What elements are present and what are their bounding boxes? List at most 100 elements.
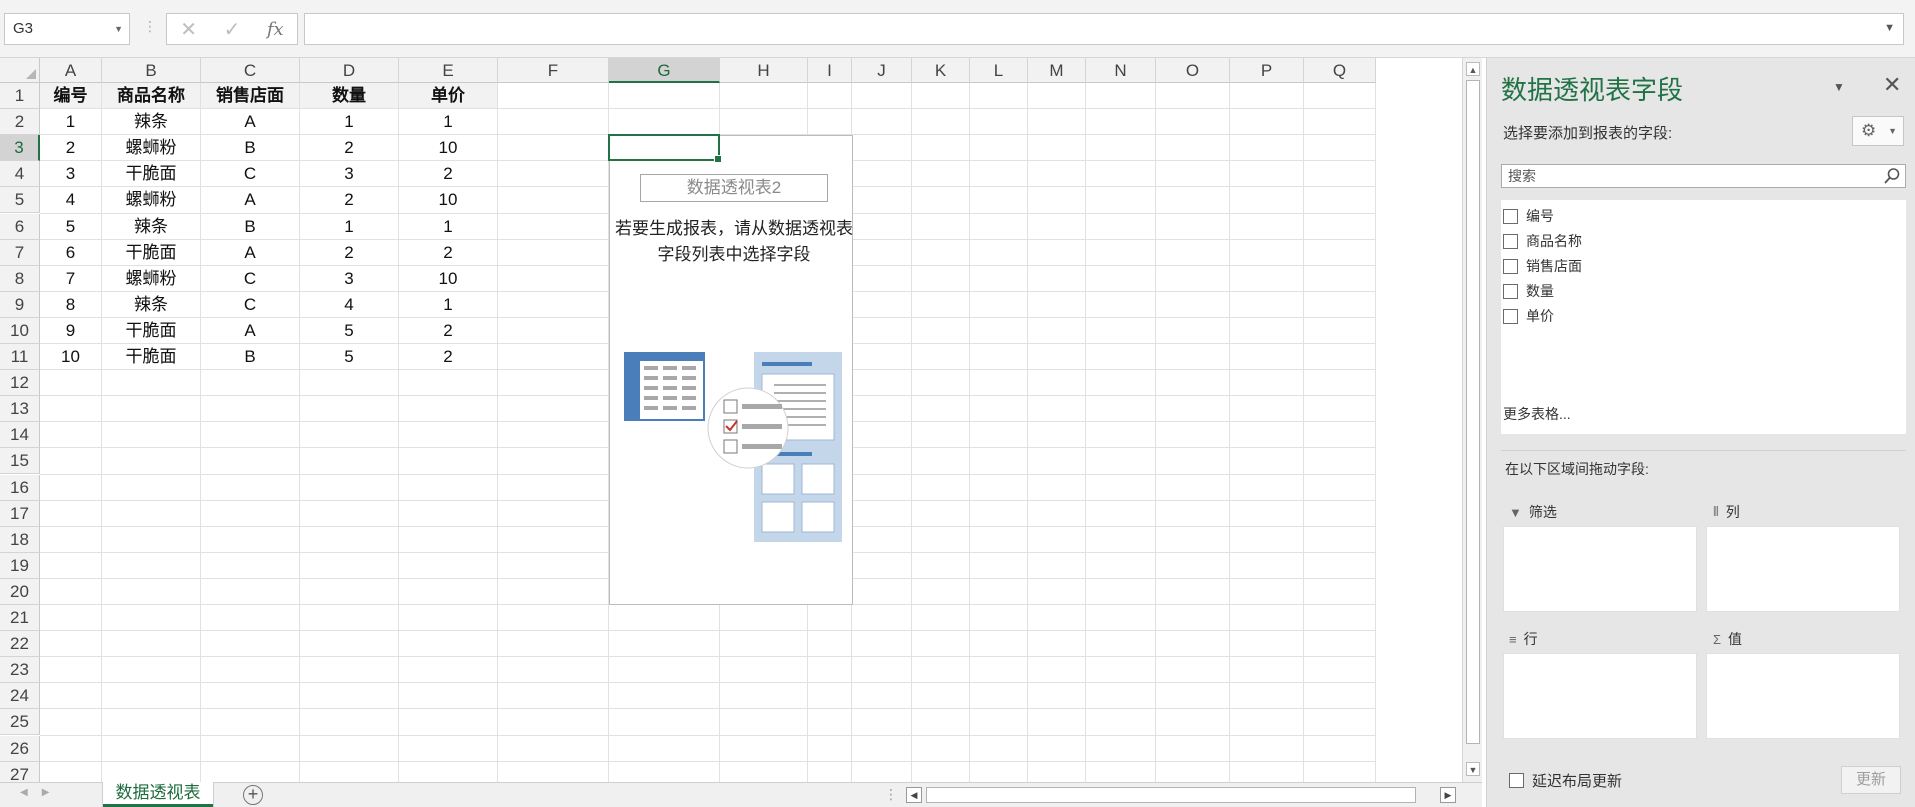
table-cell[interactable]: C [201, 292, 299, 317]
table-cell[interactable]: 6 [40, 240, 101, 265]
column-header-i[interactable]: I [808, 58, 852, 83]
row-header-23[interactable]: 23 [0, 657, 40, 684]
table-cell[interactable]: 2 [40, 135, 101, 160]
row-header-20[interactable]: 20 [0, 578, 40, 605]
field-checkbox-store[interactable]: 销售店面 [1503, 254, 1582, 278]
table-header-cell[interactable]: 数量 [300, 83, 398, 109]
row-header-15[interactable]: 15 [0, 448, 40, 475]
row-header-8[interactable]: 8 [0, 265, 40, 292]
defer-layout-update[interactable]: 延迟布局更新 [1509, 770, 1622, 791]
table-cell[interactable]: 2 [399, 240, 497, 265]
update-button[interactable]: 更新 [1841, 766, 1901, 794]
column-header-h[interactable]: H [720, 58, 808, 83]
table-cell[interactable]: A [201, 240, 299, 265]
row-header-10[interactable]: 10 [0, 317, 40, 344]
table-cell[interactable]: 4 [300, 292, 398, 317]
table-header-cell[interactable]: 销售店面 [201, 83, 299, 109]
table-cell[interactable]: 辣条 [102, 109, 200, 134]
tab-nav-arrows[interactable]: ◀▶ [20, 787, 63, 798]
vertical-scrollbar[interactable]: ▲ ▼ [1462, 58, 1482, 782]
rows-drop-area[interactable] [1503, 653, 1697, 739]
column-header-e[interactable]: E [399, 58, 498, 83]
table-header-cell[interactable]: 编号 [40, 83, 101, 109]
row-header-11[interactable]: 11 [0, 344, 40, 371]
row-header-26[interactable]: 26 [0, 735, 40, 762]
table-cell[interactable]: 干脆面 [102, 318, 200, 343]
table-cell[interactable]: B [201, 135, 299, 160]
name-box[interactable]: G3 ▼ [4, 13, 130, 45]
row-header-9[interactable]: 9 [0, 291, 40, 318]
tab-split-handle[interactable]: ⋮ [884, 786, 898, 803]
column-header-o[interactable]: O [1156, 58, 1230, 83]
table-header-cell[interactable]: 商品名称 [102, 83, 200, 109]
column-header-a[interactable]: A [40, 58, 102, 83]
field-checkbox-product[interactable]: 商品名称 [1503, 229, 1582, 253]
column-header-l[interactable]: L [970, 58, 1028, 83]
insert-function-icon[interactable]: fx [267, 19, 284, 40]
table-cell[interactable]: 2 [399, 344, 497, 369]
chevron-down-icon[interactable]: ▼ [114, 14, 123, 44]
scroll-right-icon[interactable]: ▶ [1440, 787, 1456, 803]
checkbox[interactable] [1503, 258, 1518, 274]
table-cell[interactable]: 1 [399, 292, 497, 317]
table-cell[interactable]: B [201, 214, 299, 239]
scroll-left-icon[interactable]: ◀ [906, 787, 922, 803]
search-input[interactable]: 搜索 [1501, 164, 1906, 188]
column-header-k[interactable]: K [912, 58, 970, 83]
table-cell[interactable]: 3 [40, 161, 101, 186]
table-cell[interactable]: 1 [399, 109, 497, 134]
column-header-m[interactable]: M [1028, 58, 1086, 83]
column-header-g[interactable]: G [609, 58, 720, 83]
field-checkbox-price[interactable]: 单价 [1503, 304, 1554, 328]
row-header-6[interactable]: 6 [0, 213, 40, 240]
column-header-p[interactable]: P [1230, 58, 1304, 83]
row-header-19[interactable]: 19 [0, 552, 40, 579]
row-header-21[interactable]: 21 [0, 605, 40, 632]
tools-button[interactable]: ⚙ ▼ [1852, 116, 1904, 146]
table-cell[interactable]: 10 [399, 135, 497, 160]
table-cell[interactable]: B [201, 344, 299, 369]
row-header-18[interactable]: 18 [0, 526, 40, 553]
row-header-3[interactable]: 3 [0, 135, 40, 162]
horizontal-scrollbar[interactable]: ◀ ▶ [906, 786, 1456, 804]
table-cell[interactable]: C [201, 266, 299, 291]
checkbox[interactable] [1503, 283, 1518, 299]
table-header-cell[interactable]: 单价 [399, 83, 497, 109]
table-cell[interactable]: A [201, 318, 299, 343]
close-icon[interactable]: ✕ [1883, 72, 1901, 98]
column-header-d[interactable]: D [300, 58, 399, 83]
table-cell[interactable]: 1 [399, 214, 497, 239]
table-cell[interactable]: 辣条 [102, 292, 200, 317]
select-all-button[interactable] [0, 58, 40, 83]
field-checkbox-id[interactable]: 编号 [1503, 204, 1554, 228]
scroll-down-icon[interactable]: ▼ [1466, 762, 1480, 776]
row-header-24[interactable]: 24 [0, 683, 40, 710]
table-cell[interactable]: 10 [399, 187, 497, 212]
table-cell[interactable]: 2 [399, 161, 497, 186]
row-header-22[interactable]: 22 [0, 631, 40, 658]
row-header-25[interactable]: 25 [0, 709, 40, 736]
enter-icon[interactable]: ✓ [224, 17, 241, 42]
table-cell[interactable]: A [201, 109, 299, 134]
table-cell[interactable]: 1 [40, 109, 101, 134]
row-header-12[interactable]: 12 [0, 370, 40, 397]
row-header-7[interactable]: 7 [0, 239, 40, 266]
table-cell[interactable]: 2 [300, 240, 398, 265]
table-cell[interactable]: 7 [40, 266, 101, 291]
table-cell[interactable]: A [201, 187, 299, 212]
column-header-q[interactable]: Q [1304, 58, 1376, 83]
row-header-2[interactable]: 2 [0, 109, 40, 136]
table-cell[interactable]: 干脆面 [102, 240, 200, 265]
row-header-1[interactable]: 1 [0, 83, 40, 110]
column-header-j[interactable]: J [852, 58, 912, 83]
table-cell[interactable]: 4 [40, 187, 101, 212]
column-header-n[interactable]: N [1086, 58, 1156, 83]
table-cell[interactable]: 2 [300, 135, 398, 160]
row-header-13[interactable]: 13 [0, 396, 40, 423]
table-cell[interactable]: 5 [300, 344, 398, 369]
table-cell[interactable]: 5 [40, 214, 101, 239]
checkbox[interactable] [1503, 308, 1518, 324]
column-header-f[interactable]: F [498, 58, 609, 83]
cancel-icon[interactable]: ✕ [180, 17, 197, 42]
table-cell[interactable]: 干脆面 [102, 161, 200, 186]
